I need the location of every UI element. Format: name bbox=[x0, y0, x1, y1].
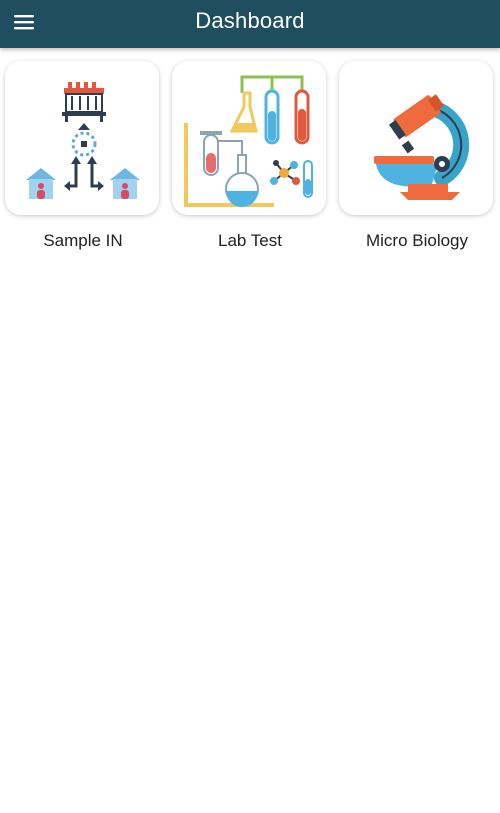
lab-test-icon bbox=[184, 75, 313, 207]
microscope-icon bbox=[374, 94, 470, 200]
tile-label: Micro Biology bbox=[365, 231, 469, 250]
sample-in-icon bbox=[26, 82, 140, 199]
tile-label: Sample IN bbox=[43, 231, 123, 250]
tile-card bbox=[339, 61, 493, 215]
page-title: Dashboard bbox=[195, 8, 305, 33]
tile-sample-in[interactable]: Sample IN bbox=[5, 61, 161, 251]
app-bar: Dashboard bbox=[0, 0, 500, 48]
tile-micro-biology[interactable]: Micro Biology bbox=[339, 61, 495, 251]
tile-card bbox=[172, 61, 326, 215]
tile-lab-test[interactable]: Lab Test bbox=[172, 61, 328, 251]
tile-label: Lab Test bbox=[218, 231, 282, 250]
tile-card bbox=[5, 61, 159, 215]
